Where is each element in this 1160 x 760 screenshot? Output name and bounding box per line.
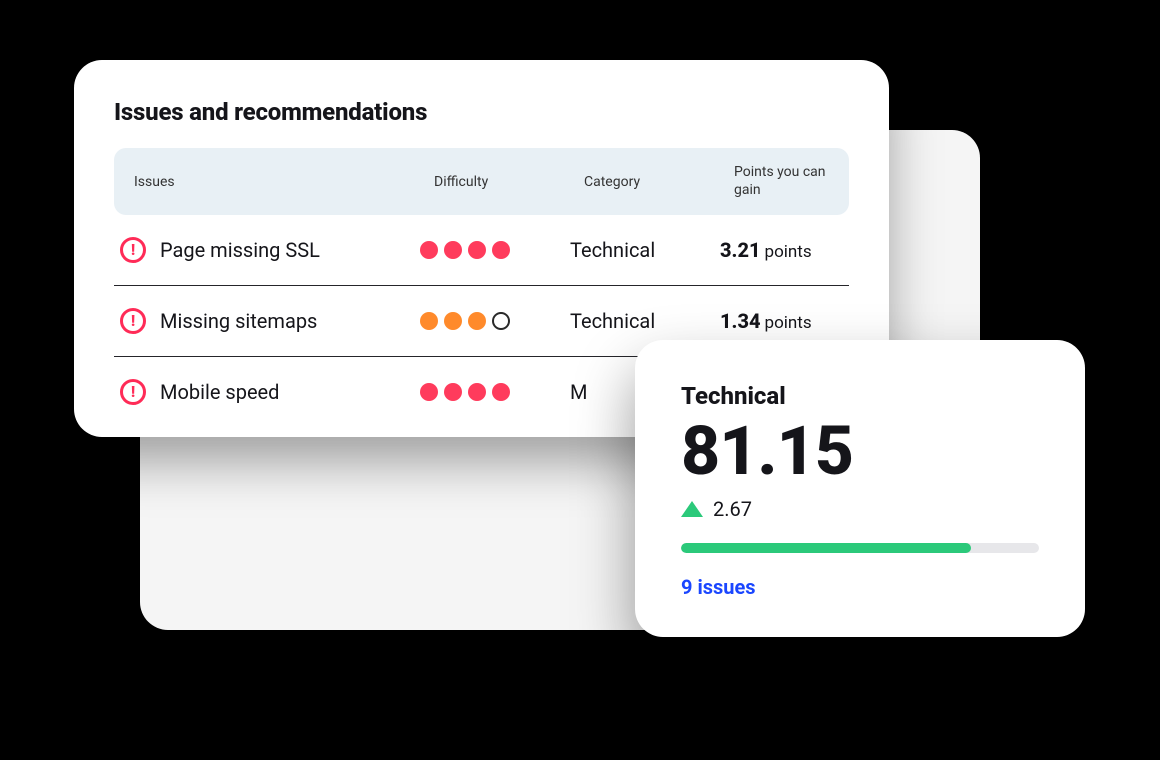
col-header-category: Category bbox=[584, 174, 734, 190]
category-cell: Technical bbox=[570, 238, 720, 262]
score-delta-value: 2.67 bbox=[713, 497, 752, 521]
issues-table-header: Issues Difficulty Category Points you ca… bbox=[114, 148, 849, 215]
col-header-points: Points you can gain bbox=[734, 164, 829, 199]
points-cell: 1.34points bbox=[720, 309, 843, 333]
issue-name: Mobile speed bbox=[160, 380, 279, 404]
issues-count-link[interactable]: 9 issues bbox=[681, 575, 1039, 599]
technical-score-card: Technical 81.15 2.67 9 issues bbox=[635, 340, 1085, 637]
issue-name: Page missing SSL bbox=[160, 238, 320, 262]
difficulty-dot bbox=[420, 312, 438, 330]
difficulty-dots bbox=[420, 241, 570, 259]
table-row[interactable]: ! Page missing SSL Technical3.21points bbox=[114, 215, 849, 286]
difficulty-dots bbox=[420, 383, 570, 401]
difficulty-dot bbox=[468, 241, 486, 259]
col-header-issues: Issues bbox=[134, 174, 434, 190]
difficulty-dot bbox=[492, 383, 510, 401]
issues-title: Issues and recommendations bbox=[114, 98, 849, 126]
alert-circle-icon: ! bbox=[120, 237, 146, 263]
score-progress-fill bbox=[681, 543, 971, 553]
score-label: Technical bbox=[681, 382, 1039, 410]
difficulty-dot bbox=[492, 241, 510, 259]
difficulty-dot bbox=[420, 383, 438, 401]
score-delta: 2.67 bbox=[681, 497, 1039, 521]
issue-name: Missing sitemaps bbox=[160, 309, 317, 333]
triangle-up-icon bbox=[681, 501, 703, 517]
category-cell: Technical bbox=[570, 309, 720, 333]
alert-circle-icon: ! bbox=[120, 379, 146, 405]
alert-circle-icon: ! bbox=[120, 308, 146, 334]
difficulty-dot bbox=[420, 241, 438, 259]
col-header-difficulty: Difficulty bbox=[434, 174, 584, 190]
difficulty-dot bbox=[492, 312, 510, 330]
score-progress-track bbox=[681, 543, 1039, 553]
score-value: 81.15 bbox=[681, 416, 1039, 487]
difficulty-dot bbox=[444, 383, 462, 401]
difficulty-dots bbox=[420, 312, 570, 330]
difficulty-dot bbox=[468, 312, 486, 330]
difficulty-dot bbox=[444, 312, 462, 330]
difficulty-dot bbox=[468, 383, 486, 401]
points-cell: 3.21points bbox=[720, 238, 843, 262]
difficulty-dot bbox=[444, 241, 462, 259]
